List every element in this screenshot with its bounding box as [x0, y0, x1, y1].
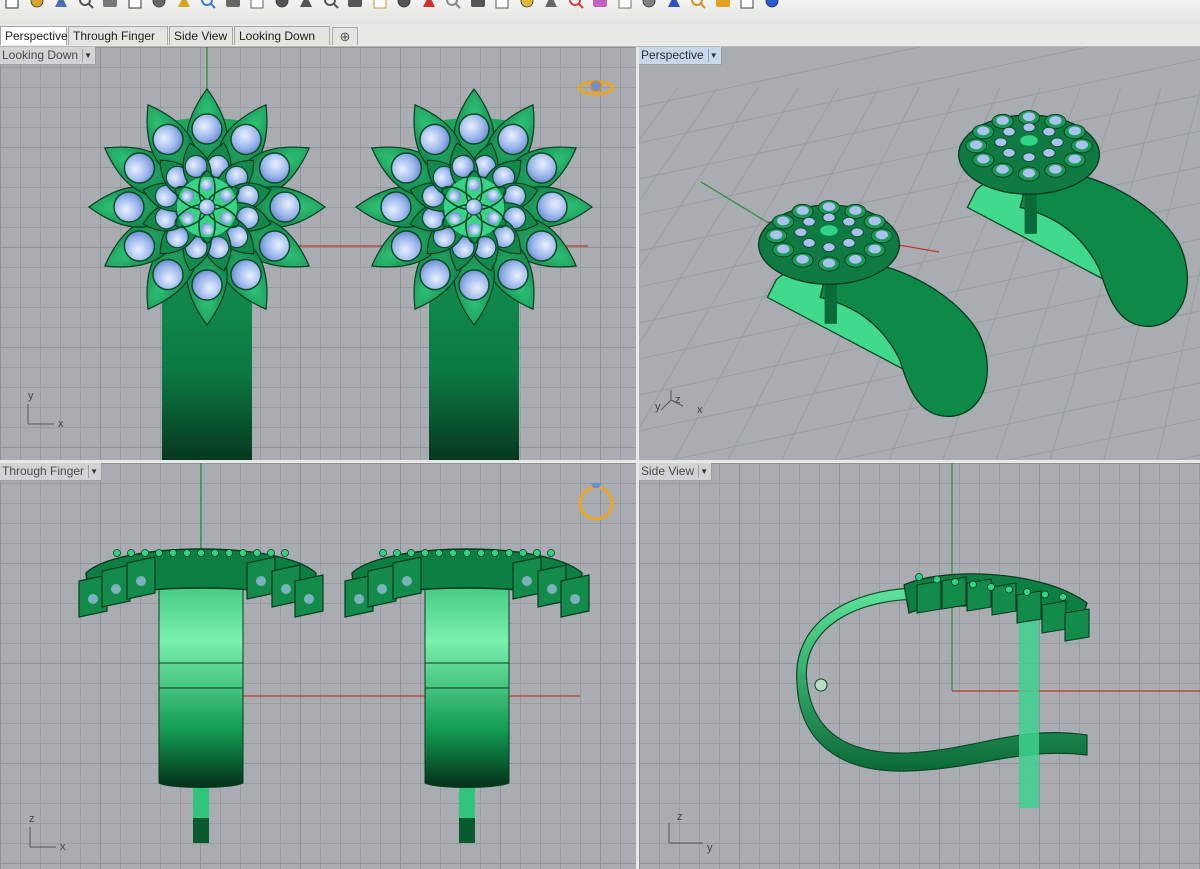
- axis-indicator-icon: [29, 827, 56, 848]
- light-icon[interactable]: [517, 0, 537, 11]
- viewport-splitter-vertical[interactable]: [636, 47, 639, 869]
- copy-doc-icon[interactable]: [100, 0, 120, 11]
- history-icon[interactable]: [468, 0, 488, 11]
- viewport-through-finger[interactable]: Through Finger ▼ z x: [0, 463, 636, 869]
- looking-down-scene: y x: [27, 47, 615, 460]
- tab-perspective[interactable]: Perspective: [0, 26, 68, 45]
- perspective-scene: y z x: [639, 47, 1200, 460]
- rings-perspective: [757, 110, 1188, 417]
- axis-label-y: y: [28, 390, 34, 402]
- viewport-tab-bar: Perspective Through Finger Side View Loo…: [0, 24, 1200, 47]
- axis-label-z: z: [29, 813, 35, 825]
- gear-icon[interactable]: [713, 0, 733, 11]
- grid-icon[interactable]: [394, 0, 414, 11]
- render-red-icon[interactable]: [566, 0, 586, 11]
- save-icon[interactable]: [51, 0, 71, 11]
- flower-head-profile: [903, 573, 1090, 642]
- viewport-label-side-view[interactable]: Side View ▼: [639, 463, 713, 481]
- tab-through-finger[interactable]: Through Finger: [68, 26, 168, 45]
- tab-looking-down[interactable]: Looking Down: [234, 26, 330, 45]
- axis-indicator-icon: [27, 404, 54, 425]
- add-tab-button[interactable]: ⊕: [332, 27, 358, 45]
- ring-gizmo-icon: [578, 483, 614, 521]
- y-axis-line: [700, 181, 768, 223]
- viewport-label-through-finger[interactable]: Through Finger ▼: [0, 463, 103, 481]
- undo-icon[interactable]: [198, 0, 218, 11]
- pointer-icon[interactable]: [688, 0, 708, 11]
- viewport-title: Perspective: [641, 48, 704, 62]
- blue-sphere-icon[interactable]: [664, 0, 684, 11]
- side-view-scene: z y: [668, 463, 1200, 854]
- axis-label-x: x: [58, 418, 64, 430]
- hinge-pin: [814, 678, 828, 692]
- rotate-icon[interactable]: [247, 0, 267, 11]
- viewport-menu-arrow-icon[interactable]: ▼: [82, 49, 93, 62]
- select-icon[interactable]: [492, 0, 512, 11]
- viewport-menu-arrow-icon[interactable]: ▼: [88, 465, 99, 478]
- layer-icon[interactable]: [541, 0, 561, 11]
- color-wheel-icon[interactable]: [590, 0, 610, 11]
- zoom-target-icon[interactable]: [370, 0, 390, 11]
- main-toolbar: [0, 0, 1200, 25]
- copy-icon[interactable]: [149, 0, 169, 11]
- viewport-title: Through Finger: [2, 464, 85, 478]
- ring-top-view: [87, 87, 327, 460]
- axis-label-z: z: [675, 394, 681, 406]
- viewport-menu-arrow-icon[interactable]: ▼: [698, 465, 709, 478]
- axis-label-x: x: [60, 841, 66, 853]
- help-icon[interactable]: [762, 0, 782, 11]
- zoom-icon[interactable]: [272, 0, 292, 11]
- gallery-post: [1019, 613, 1039, 808]
- car-icon[interactable]: [419, 0, 439, 11]
- viewport-title: Side View: [641, 464, 695, 478]
- viewport-splitter-horizontal[interactable]: [0, 460, 1200, 463]
- viewport-title: Looking Down: [2, 48, 79, 62]
- axis-label-x: x: [697, 404, 703, 416]
- tab-side-view[interactable]: Side View: [169, 26, 233, 45]
- viewport-menu-arrow-icon[interactable]: ▼: [707, 49, 719, 62]
- axis-label-y: y: [707, 842, 713, 854]
- ring-top-view: [354, 87, 594, 460]
- material-sphere-2-icon[interactable]: [639, 0, 659, 11]
- viewport-perspective[interactable]: Perspective ▼ y z x: [639, 47, 1200, 460]
- viewport-looking-down[interactable]: Looking Down ▼ y x: [0, 47, 636, 460]
- rotate-gizmo-icon: [577, 80, 615, 96]
- print-icon[interactable]: [76, 0, 96, 11]
- snap-icon[interactable]: [443, 0, 463, 11]
- axis-label-z: z: [677, 811, 683, 823]
- shrink-icon[interactable]: [737, 0, 757, 11]
- cut-icon[interactable]: [125, 0, 145, 11]
- axis-indicator-icon: [668, 823, 703, 844]
- zoom-extents-icon[interactable]: [321, 0, 341, 11]
- zoom-window-icon[interactable]: [296, 0, 316, 11]
- through-finger-scene: z x: [29, 463, 614, 853]
- paste-icon[interactable]: [174, 0, 194, 11]
- viewport-label-looking-down[interactable]: Looking Down ▼: [0, 47, 97, 65]
- axis-label-y: y: [655, 401, 661, 413]
- pan-icon[interactable]: [223, 0, 243, 11]
- new-icon[interactable]: [2, 0, 22, 11]
- zoom-selected-icon[interactable]: [345, 0, 365, 11]
- viewport-side-view[interactable]: Side View ▼ z y: [639, 463, 1200, 869]
- material-sphere-icon[interactable]: [615, 0, 635, 11]
- open-icon[interactable]: [27, 0, 47, 11]
- viewport-label-perspective[interactable]: Perspective ▼: [639, 47, 722, 65]
